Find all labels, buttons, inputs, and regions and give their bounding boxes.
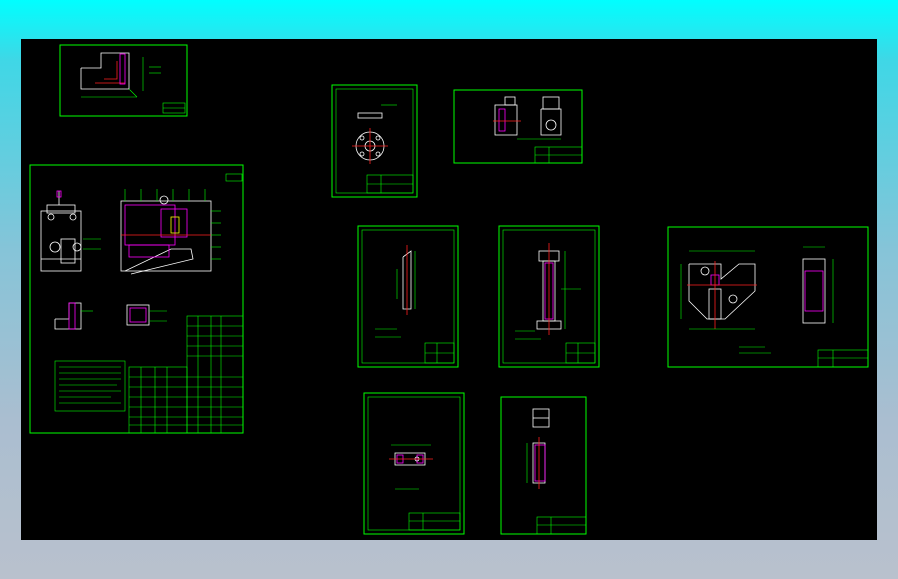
sleeve-part-sheet[interactable] [500,396,587,535]
washer-part-sheet[interactable] [363,392,465,535]
assembly-drawing-sheet[interactable] [29,164,244,434]
flange-disc-sheet[interactable] [331,84,418,198]
shaft-sheet[interactable] [498,225,600,368]
thin-pin-sheet[interactable] [357,225,459,368]
bracket-view-sheet[interactable] [453,89,583,164]
cad-drawings [29,44,869,535]
l-bracket-sheet[interactable] [59,44,188,117]
cad-drawing-canvas[interactable] [21,39,877,540]
angle-plate-sheet[interactable] [667,226,869,368]
